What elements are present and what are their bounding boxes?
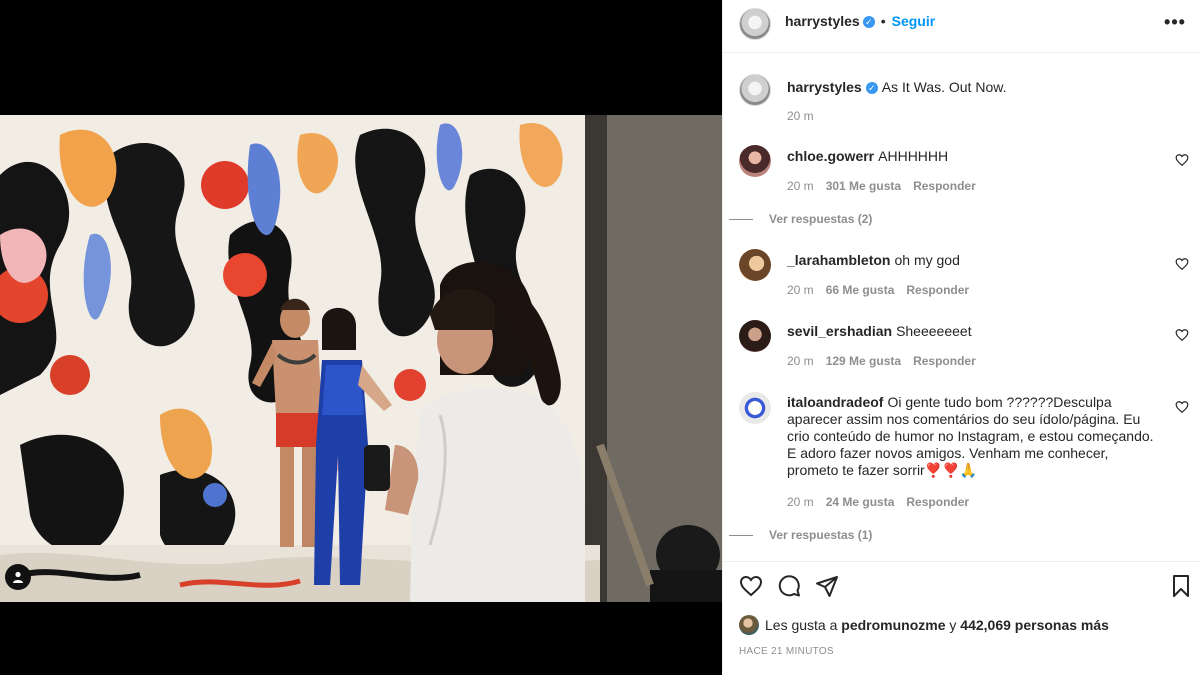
replies-line: [729, 535, 753, 537]
likes-count[interactable]: 442,069 personas más: [960, 617, 1109, 633]
likes-summary: Les gusta a pedromunozme y 442,069 perso…: [739, 615, 1109, 635]
view-replies-label: Ver respuestas (1): [769, 528, 873, 542]
comments-list[interactable]: harrystyles ✓ As It Was. Out Now. 20 m chl…: [723, 54, 1200, 560]
commenter-avatar[interactable]: [739, 320, 771, 352]
liker-username[interactable]: pedromunozme: [841, 617, 945, 633]
comment-text: oh my god: [894, 252, 960, 268]
follow-button[interactable]: Seguir: [892, 13, 936, 29]
reply-button[interactable]: Responder: [913, 179, 976, 193]
reply-button[interactable]: Responder: [906, 283, 969, 297]
view-replies-label: Ver respuestas (2): [769, 212, 873, 226]
heart-icon[interactable]: [1175, 257, 1189, 271]
liker-avatar: [739, 615, 759, 635]
user-tag-icon: [13, 571, 23, 583]
comment-likes[interactable]: 129 Me gusta: [826, 354, 901, 368]
commenter-avatar[interactable]: [739, 249, 771, 281]
separator-dot: •: [880, 13, 886, 29]
caption-username[interactable]: harrystyles: [787, 79, 862, 95]
post-header: harrystyles ✓ • Seguir •••: [723, 0, 1200, 53]
author-avatar[interactable]: [739, 8, 771, 40]
view-replies-button[interactable]: Ver respuestas (1): [729, 528, 872, 542]
comment-likes[interactable]: 24 Me gusta: [826, 495, 895, 509]
commenter-avatar[interactable]: [739, 145, 771, 177]
reply-button[interactable]: Responder: [913, 354, 976, 368]
caption-text: As It Was. Out Now.: [881, 79, 1007, 95]
comment-text: AHHHHHH: [878, 148, 949, 164]
author-username[interactable]: harrystyles: [785, 13, 860, 29]
comment-username[interactable]: _larahambleton: [787, 252, 890, 268]
share-icon[interactable]: [815, 574, 839, 598]
view-replies-button[interactable]: Ver respuestas (2): [729, 212, 872, 226]
user-tag-button[interactable]: [5, 564, 31, 590]
heart-icon[interactable]: [739, 574, 763, 598]
instagram-post: harrystyles ✓ • Seguir ••• harrystyles ✓ As I…: [0, 0, 1200, 675]
heart-icon[interactable]: [1175, 328, 1189, 342]
comment-icon[interactable]: [777, 574, 801, 598]
author-avatar[interactable]: [739, 74, 771, 106]
heart-icon[interactable]: [1175, 153, 1189, 167]
replies-line: [729, 219, 753, 221]
likes-prefix: Les gusta a: [765, 617, 838, 633]
comment-username[interactable]: chloe.gowerr: [787, 148, 874, 164]
verified-badge-icon: ✓: [862, 16, 875, 28]
comment-username[interactable]: italoandradeof: [787, 394, 883, 410]
post-side-panel: harrystyles ✓ • Seguir ••• harrystyles ✓ As I…: [722, 0, 1200, 675]
post-photo[interactable]: [0, 115, 722, 602]
author-line: harrystyles ✓ • Seguir: [785, 13, 935, 31]
comment-time: 20 m: [787, 495, 814, 509]
more-options-icon[interactable]: •••: [1163, 13, 1187, 37]
caption-time: 20 m: [787, 109, 814, 123]
comment-likes[interactable]: 301 Me gusta: [826, 179, 901, 193]
comment-text: Sheeeeeeet: [896, 323, 972, 339]
media-area: [0, 0, 722, 675]
reply-button[interactable]: Responder: [906, 495, 969, 509]
comment-time: 20 m: [787, 179, 814, 193]
post-timestamp[interactable]: HACE 21 MINUTOS: [739, 646, 834, 657]
comment-time: 20 m: [787, 354, 814, 368]
verified-badge-icon: ✓: [865, 82, 878, 94]
commenter-avatar[interactable]: [739, 392, 771, 424]
post-actions: Les gusta a pedromunozme y 442,069 perso…: [723, 561, 1200, 675]
comment-time: 20 m: [787, 283, 814, 297]
bookmark-icon[interactable]: [1169, 574, 1193, 598]
likes-middle: y: [949, 617, 957, 633]
heart-icon[interactable]: [1175, 400, 1189, 414]
comment-likes[interactable]: 66 Me gusta: [826, 283, 895, 297]
comment-username[interactable]: sevil_ershadian: [787, 323, 892, 339]
